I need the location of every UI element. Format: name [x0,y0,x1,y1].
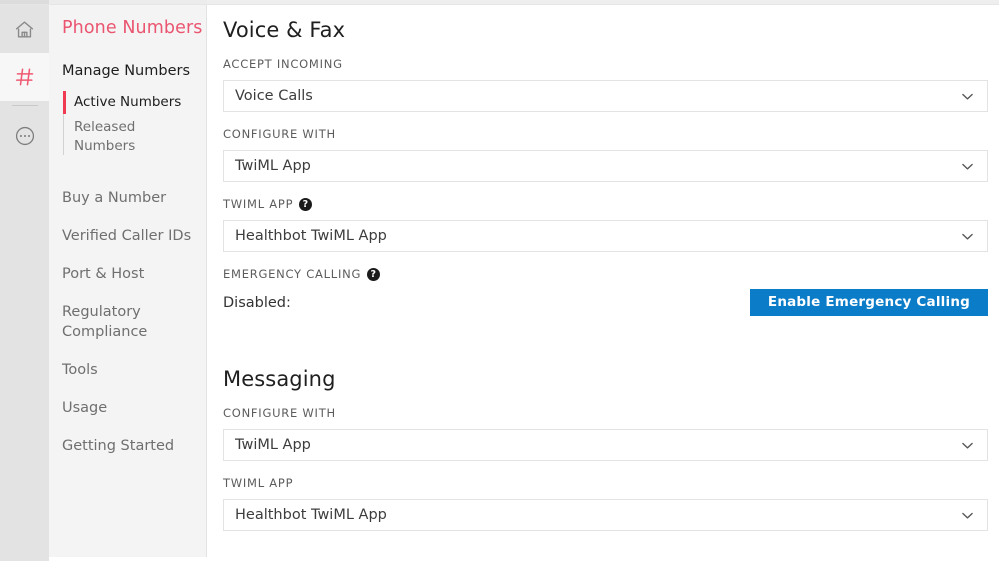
chevron-down-icon [959,228,976,245]
field-label: TWIML APP [223,476,988,491]
rail-divider [11,105,38,106]
select-value: Voice Calls [235,88,313,104]
sidebar-item-released-numbers[interactable]: Released Numbers [62,115,206,159]
field-messaging-twiml-app: TWIML APP Healthbot TwiML App [223,476,988,531]
field-voice-twiml-app: TWIML APP ? Healthbot TwiML App [223,197,988,252]
select-value: TwiML App [235,158,311,174]
accept-incoming-select[interactable]: Voice Calls [223,80,988,112]
enable-emergency-calling-button[interactable]: Enable Emergency Calling [749,289,988,316]
field-label: EMERGENCY CALLING ? [223,267,988,282]
sidebar-item-port-and-host[interactable]: Port & Host [49,255,206,293]
select-value: Healthbot TwiML App [235,507,387,523]
field-messaging-configure-with: CONFIGURE WITH TwiML App [223,406,988,461]
icon-rail [0,0,49,561]
field-label-text: CONFIGURE WITH [223,406,336,420]
sidebar-item-regulatory-compliance[interactable]: Regulatory Compliance [49,293,206,351]
chevron-down-icon [959,507,976,524]
rail-item-home[interactable] [0,5,49,53]
emergency-calling-status-row: Disabled: Enable Emergency Calling [223,289,988,316]
top-strip-sidebar-segment [49,0,207,4]
sidebar-title: Phone Numbers [62,18,203,38]
sidebar-item-label: Tools [62,362,98,378]
more-circle-icon [14,125,36,147]
sidebar-item-usage[interactable]: Usage [49,389,206,427]
messaging-twiml-app-select[interactable]: Healthbot TwiML App [223,499,988,531]
select-value: TwiML App [235,437,311,453]
sidebar-item-active-numbers[interactable]: Active Numbers [62,90,206,115]
window-top-strip [0,0,999,5]
top-strip-main-segment [207,0,999,4]
sidebar-item-label: Released Numbers [74,119,136,154]
section-title-voice-fax: Voice & Fax [223,18,346,42]
sidebar-item-buy-a-number[interactable]: Buy a Number [49,179,206,217]
app-root: Phone Numbers Manage Numbers Active Numb… [0,0,999,561]
field-voice-configure-with: CONFIGURE WITH TwiML App [223,127,988,182]
field-label: CONFIGURE WITH [223,127,988,142]
sidebar-item-getting-started[interactable]: Getting Started [49,427,206,465]
field-emergency-calling: EMERGENCY CALLING ? Disabled: Enable Eme… [223,267,988,316]
field-label-text: ACCEPT INCOMING [223,57,343,71]
messaging-configure-with-select[interactable]: TwiML App [223,429,988,461]
help-icon[interactable]: ? [299,198,313,211]
help-icon[interactable]: ? [367,268,381,281]
section-title-messaging: Messaging [223,367,336,391]
sidebar-item-label: Usage [62,400,108,416]
voice-twiml-app-select[interactable]: Healthbot TwiML App [223,220,988,252]
sidebar-sub-list: Active Numbers Released Numbers [49,90,206,159]
sidebar-item-label: Verified Caller IDs [62,228,192,244]
field-label-text: TWIML APP [223,197,294,211]
sidebar-item-tools[interactable]: Tools [49,351,206,389]
sidebar-section-heading[interactable]: Manage Numbers [49,39,206,81]
sidebar: Phone Numbers Manage Numbers Active Numb… [49,0,207,557]
top-strip-rail-segment [0,0,49,4]
hash-icon [14,66,36,88]
field-label-text: CONFIGURE WITH [223,127,336,141]
sidebar-item-label: Active Numbers [74,94,182,110]
emergency-calling-status: Disabled: [223,294,291,311]
sidebar-item-label: Getting Started [62,438,175,454]
field-label-text: TWIML APP [223,476,294,490]
main-content: Voice & Fax ACCEPT INCOMING Voice Calls … [207,0,999,561]
field-accept-incoming: ACCEPT INCOMING Voice Calls [223,57,988,112]
chevron-down-icon [959,88,976,105]
sidebar-item-label: Regulatory Compliance [62,304,148,340]
sidebar-item-label: Port & Host [62,266,145,282]
field-label-text: EMERGENCY CALLING [223,267,362,281]
rail-item-phone-numbers[interactable] [0,53,49,101]
sidebar-item-verified-caller-ids[interactable]: Verified Caller IDs [49,217,206,255]
chevron-down-icon [959,158,976,175]
field-label: TWIML APP ? [223,197,988,212]
chevron-down-icon [959,437,976,454]
select-value: Healthbot TwiML App [235,228,387,244]
home-icon [14,19,35,40]
voice-configure-with-select[interactable]: TwiML App [223,150,988,182]
rail-item-more[interactable] [0,112,49,160]
sidebar-main-list: Buy a Number Verified Caller IDs Port & … [49,179,206,465]
sidebar-item-label: Buy a Number [62,190,167,206]
field-label: CONFIGURE WITH [223,406,988,421]
field-label: ACCEPT INCOMING [223,57,988,72]
